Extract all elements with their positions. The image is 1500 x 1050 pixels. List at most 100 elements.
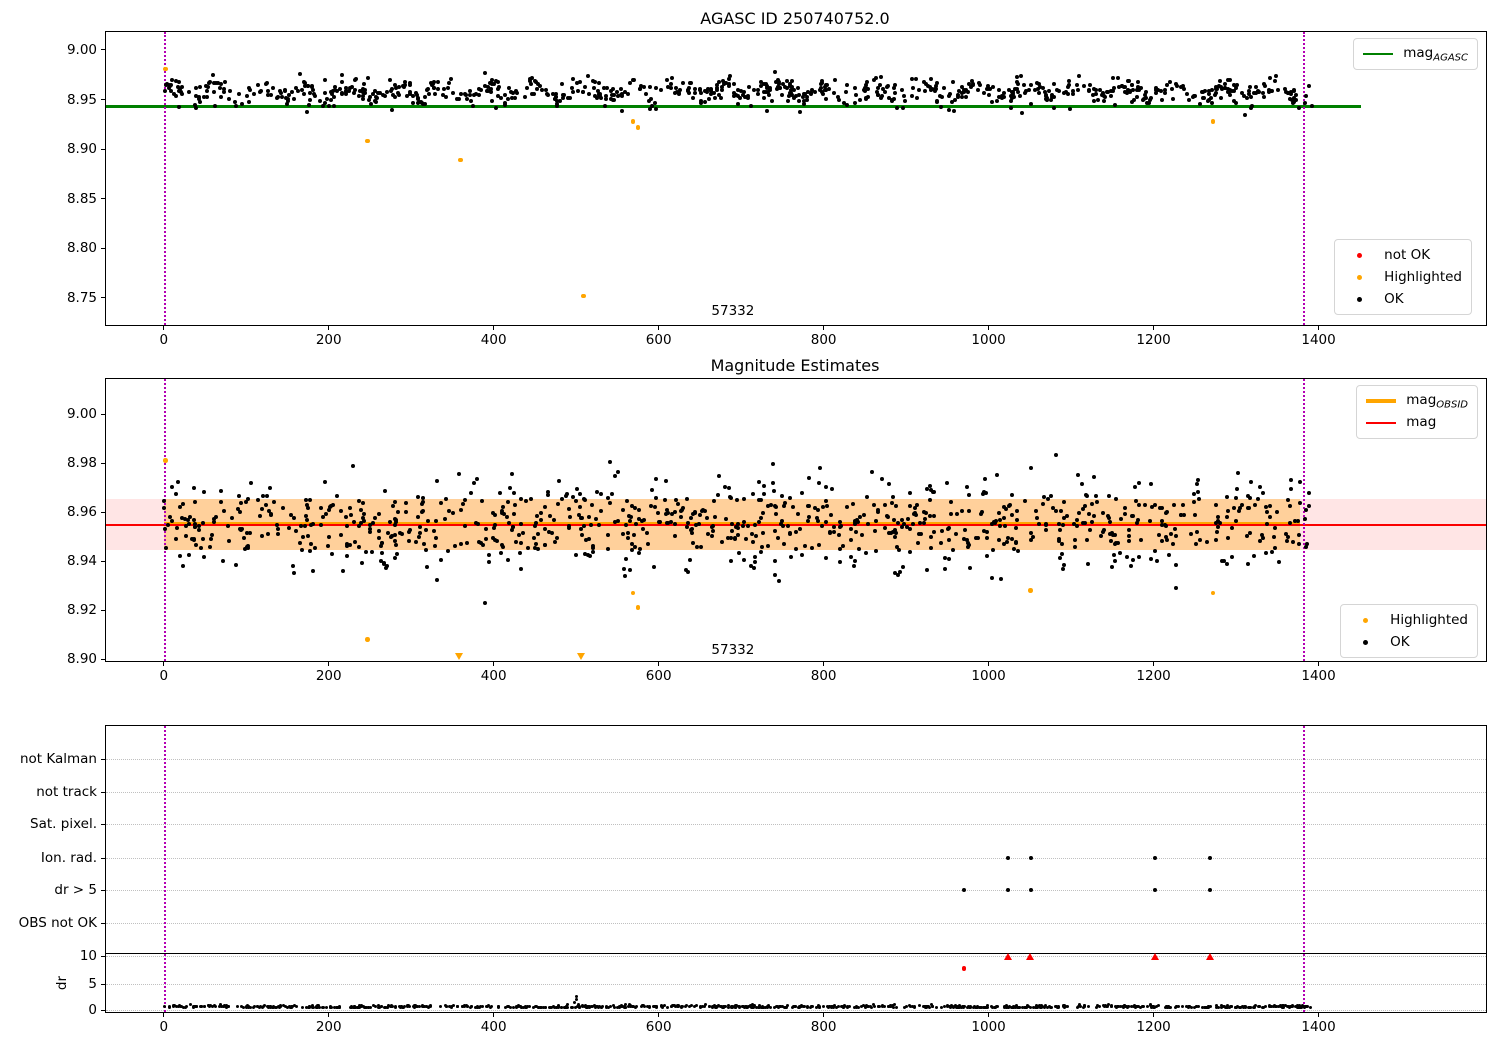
scatter-point-ok xyxy=(1168,531,1173,536)
scatter-point-ok xyxy=(492,525,497,530)
scatter-point-ok xyxy=(408,82,413,87)
dr-gridline xyxy=(106,1010,1486,1011)
category-gridline xyxy=(106,759,1486,760)
scatter-point-ok xyxy=(471,103,476,108)
scatter-point-ok xyxy=(899,88,904,93)
scatter-point-ok xyxy=(239,101,244,106)
dr-trace-point xyxy=(321,1006,325,1010)
scatter-point-ok xyxy=(1029,82,1034,87)
scatter-point-ok xyxy=(832,78,837,83)
scatter-point-ok xyxy=(301,79,306,84)
scatter-point-ok xyxy=(427,92,432,97)
scatter-point-ok xyxy=(796,86,801,91)
dr-trace-point xyxy=(902,1005,906,1009)
obsid-range-vline xyxy=(1302,32,1305,325)
scatter-point-ok xyxy=(768,85,773,90)
scatter-point-ok xyxy=(680,80,685,85)
scatter-point-ok xyxy=(193,106,198,111)
scatter-point-ok xyxy=(1269,549,1274,554)
scatter-point-ok xyxy=(1209,96,1214,101)
legend-label-not-ok: not OK xyxy=(1384,247,1431,263)
scatter-point-ok xyxy=(1277,559,1282,564)
scatter-point-ok xyxy=(602,104,607,109)
scatter-point-ok xyxy=(483,526,488,531)
scatter-point-ok xyxy=(857,97,862,102)
scatter-point-ok xyxy=(949,511,954,516)
scatter-point-ok xyxy=(756,92,761,97)
scatter-point-ok xyxy=(520,531,525,536)
scatter-point-ok xyxy=(1185,92,1190,97)
scatter-point-ok xyxy=(291,96,296,101)
mag-agasc-line-sample xyxy=(1363,52,1394,56)
y-tick xyxy=(101,1009,106,1011)
scatter-point-ok xyxy=(393,556,398,560)
scatter-point-ok xyxy=(928,76,933,81)
x-tick-label: 800 xyxy=(810,668,837,684)
dr-trace-point xyxy=(996,1005,1000,1009)
scatter-point-ok xyxy=(1196,490,1201,495)
scatter-point-ok xyxy=(690,96,695,101)
scatter-point-ok xyxy=(709,86,714,91)
scatter-point-ok xyxy=(268,93,273,98)
scatter-point-ok xyxy=(1218,78,1223,83)
scatter-point-ok xyxy=(823,519,828,524)
scatter-point-ok xyxy=(453,543,458,548)
red-dot-swatch xyxy=(1356,252,1362,258)
scatter-point-ok xyxy=(982,476,987,481)
scatter-point-ok xyxy=(579,515,584,520)
scatter-point-ok xyxy=(627,567,632,572)
flag-point xyxy=(1006,856,1011,860)
x-tick xyxy=(1153,325,1155,330)
green-line-swatch xyxy=(1363,52,1394,56)
scatter-point-ok xyxy=(360,516,365,521)
scatter-point-ok xyxy=(598,491,603,496)
scatter-point-ok xyxy=(577,492,582,497)
scatter-point-ok xyxy=(1244,96,1249,101)
scatter-point-ok xyxy=(764,81,769,86)
dr-trace-point xyxy=(652,1005,656,1009)
scatter-point-ok xyxy=(620,94,625,99)
scatter-point-ok xyxy=(176,479,181,484)
scatter-point-ok xyxy=(472,92,477,97)
flag-point xyxy=(1153,856,1158,860)
mag-line-sample xyxy=(1366,421,1397,425)
y-tick-label: 8.94 xyxy=(66,553,97,570)
scatter-point-ok xyxy=(307,97,312,102)
y-tick xyxy=(101,297,106,299)
scatter-point-ok xyxy=(875,89,880,94)
dr-trace-point xyxy=(913,1005,917,1009)
dr-trace-point xyxy=(949,1006,953,1010)
scatter-point-ok xyxy=(163,545,168,550)
dr-trace-point xyxy=(1016,1005,1020,1009)
scatter-point-ok xyxy=(302,83,307,88)
scatter-point-ok xyxy=(694,544,699,549)
scatter-point-ok xyxy=(672,90,677,95)
scatter-point-ok xyxy=(1018,73,1023,78)
scatter-point-ok xyxy=(390,107,395,112)
dr-trace-point xyxy=(599,1005,603,1009)
scatter-point-ok xyxy=(669,519,674,524)
scatter-point-ok xyxy=(685,569,690,574)
scatter-point-ok xyxy=(488,89,493,94)
dr-trace-point xyxy=(622,1005,626,1009)
scatter-point-ok xyxy=(800,490,805,495)
scatter-point-highlighted xyxy=(163,458,168,463)
scatter-point-ok xyxy=(963,95,968,100)
scatter-point-ok xyxy=(771,481,776,486)
scatter-point-ok xyxy=(586,92,591,97)
scatter-point-ok xyxy=(773,505,778,510)
scatter-point-ok xyxy=(787,81,792,86)
dr-trace-point xyxy=(1220,1006,1223,1010)
scatter-point-ok xyxy=(984,553,989,558)
scatter-point-ok xyxy=(1243,113,1248,118)
scatter-point-ok xyxy=(1174,585,1179,590)
x-tick xyxy=(823,325,825,330)
x-tick xyxy=(823,1012,825,1017)
dr-trace-point xyxy=(647,1005,651,1009)
legend-item-mag-agasc: magAGASC xyxy=(1363,43,1468,65)
scatter-point-ok xyxy=(981,90,986,95)
scatter-point-ok xyxy=(468,98,473,103)
scatter-point-ok xyxy=(929,487,934,492)
scatter-point-ok xyxy=(483,71,488,76)
dr-trace-point xyxy=(260,1005,264,1009)
